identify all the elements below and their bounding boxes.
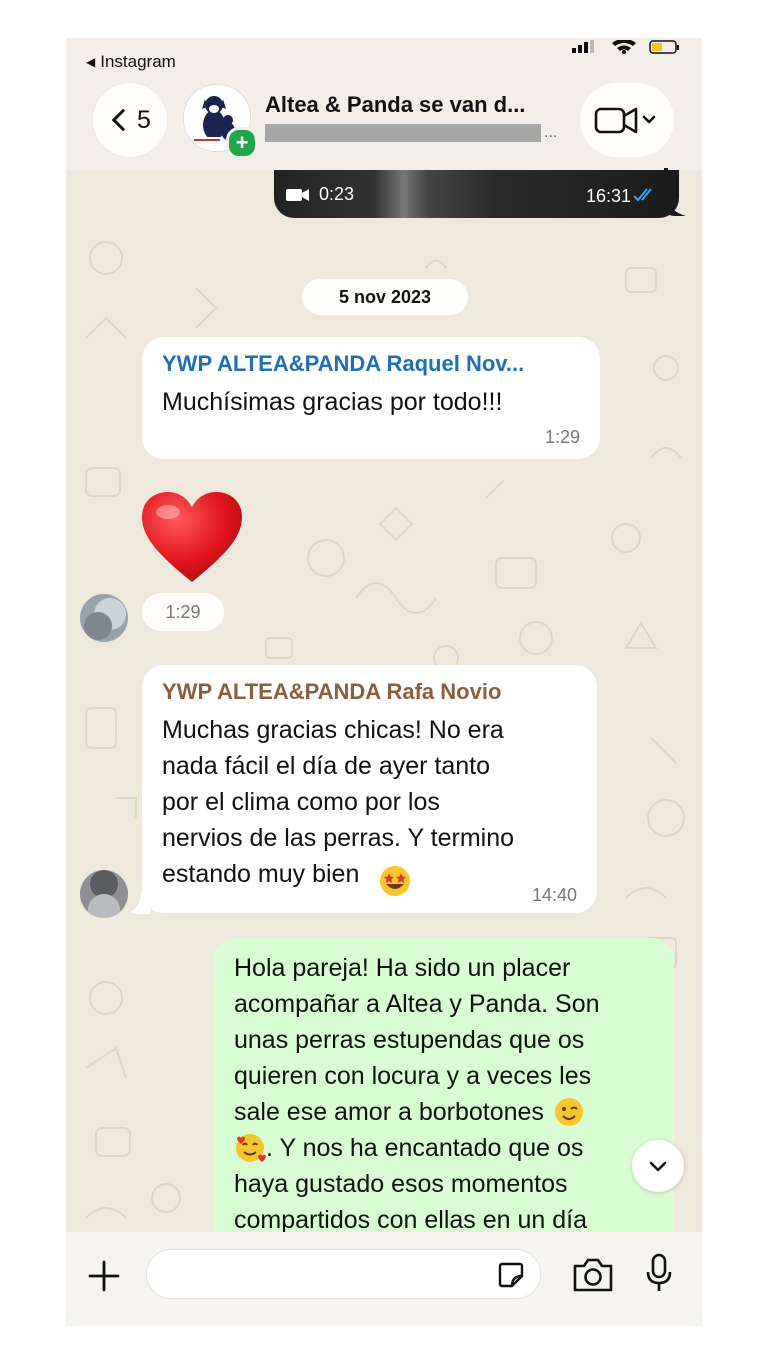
chevron-left-icon	[111, 108, 135, 132]
unread-count: 5	[137, 105, 151, 134]
microphone-icon[interactable]	[644, 1252, 674, 1296]
message-line: . Y nos ha encantado que os	[266, 1134, 584, 1162]
add-participant-button[interactable]: +	[226, 127, 258, 159]
chat-title[interactable]: Altea & Panda se van d...	[265, 92, 525, 118]
message-line: Hola pareja! Ha sido un placer	[234, 954, 571, 982]
smiling-face-with-hearts-emoji-icon	[236, 1134, 266, 1162]
plus-icon[interactable]	[86, 1258, 122, 1294]
chevron-down-icon	[649, 1161, 667, 1172]
message-time: 1:29	[142, 593, 224, 631]
message-line: unas perras estupendas que os	[234, 1026, 585, 1054]
back-triangle-icon: ◀	[86, 55, 96, 69]
chat-header: ◀ Instagram 5 + Altea & Panda se van d..…	[66, 38, 702, 171]
message-line: quieren con locura y a veces les	[234, 1062, 592, 1090]
message-time: 16:31	[585, 186, 631, 206]
back-button[interactable]: 5	[93, 83, 167, 157]
bubble-tail	[664, 168, 686, 216]
back-to-app-link[interactable]: ◀ Instagram	[86, 52, 176, 72]
sender-avatar[interactable]	[80, 594, 128, 642]
read-receipt-icon	[633, 188, 652, 202]
sender-name[interactable]: YWP ALTEA&PANDA Rafa Novio	[162, 679, 501, 705]
status-bar: ◀ Instagram	[66, 38, 702, 78]
message-text: Hola pareja! Ha sido un placer acompañar…	[234, 950, 600, 1238]
sender-avatar[interactable]	[80, 870, 128, 918]
message-line: acompañar a Altea y Panda. Son	[234, 990, 600, 1018]
video-call-button[interactable]	[580, 83, 674, 157]
message-line: haya gustado esos momentos	[234, 1170, 568, 1198]
bubble-tail	[130, 890, 150, 914]
chat-screen: ◀ Instagram 5 + Altea & Panda se van d..…	[66, 38, 702, 1326]
message-line-with-emoji: . Y nos ha encantado que os	[234, 1130, 600, 1166]
back-app-label: Instagram	[100, 52, 176, 71]
heart-emoji-icon	[142, 492, 242, 582]
scroll-to-bottom-button[interactable]	[632, 1140, 684, 1192]
message-line-with-emoji: sale ese amor a borbotones	[234, 1094, 600, 1130]
incoming-message[interactable]: YWP ALTEA&PANDA Raquel Nov... Muchísimas…	[142, 337, 600, 459]
video-duration: 0:23	[319, 184, 355, 204]
message-text: Muchas gracias chicas! No era nada fácil…	[162, 716, 515, 888]
video-icon	[286, 189, 309, 201]
date-separator: 5 nov 2023	[302, 279, 468, 315]
blurred-avatar-icon	[80, 870, 128, 918]
message-time: 1:29	[544, 427, 580, 447]
redacted-subtitle	[265, 124, 541, 142]
video-camera-icon	[594, 107, 656, 134]
outgoing-message[interactable]: Hola pareja! Ha sido un placer acompañar…	[214, 938, 674, 1258]
blurred-avatar-icon	[80, 594, 128, 642]
star-struck-emoji-icon	[380, 866, 410, 896]
incoming-message[interactable]: YWP ALTEA&PANDA Rafa Novio Muchas gracia…	[142, 665, 597, 913]
message-composer	[66, 1232, 702, 1326]
message-text: Muchísimas gracias por todo!!!	[162, 388, 503, 416]
winking-face-emoji-icon	[554, 1098, 583, 1126]
battery-icon	[649, 40, 679, 54]
cellular-signal-icon	[572, 40, 594, 53]
sender-name[interactable]: YWP ALTEA&PANDA Raquel Nov...	[162, 351, 524, 377]
wifi-icon	[612, 40, 636, 54]
message-line: sale ese amor a borbotones	[234, 1098, 544, 1126]
camera-icon[interactable]	[571, 1256, 615, 1294]
message-input[interactable]	[146, 1249, 541, 1299]
status-icons	[572, 40, 679, 54]
message-time: 14:40	[531, 885, 577, 905]
subtitle-ellipsis: ...	[544, 124, 558, 141]
video-message[interactable]: 0:23 16:31	[274, 170, 679, 218]
sticker-icon[interactable]	[496, 1260, 526, 1290]
